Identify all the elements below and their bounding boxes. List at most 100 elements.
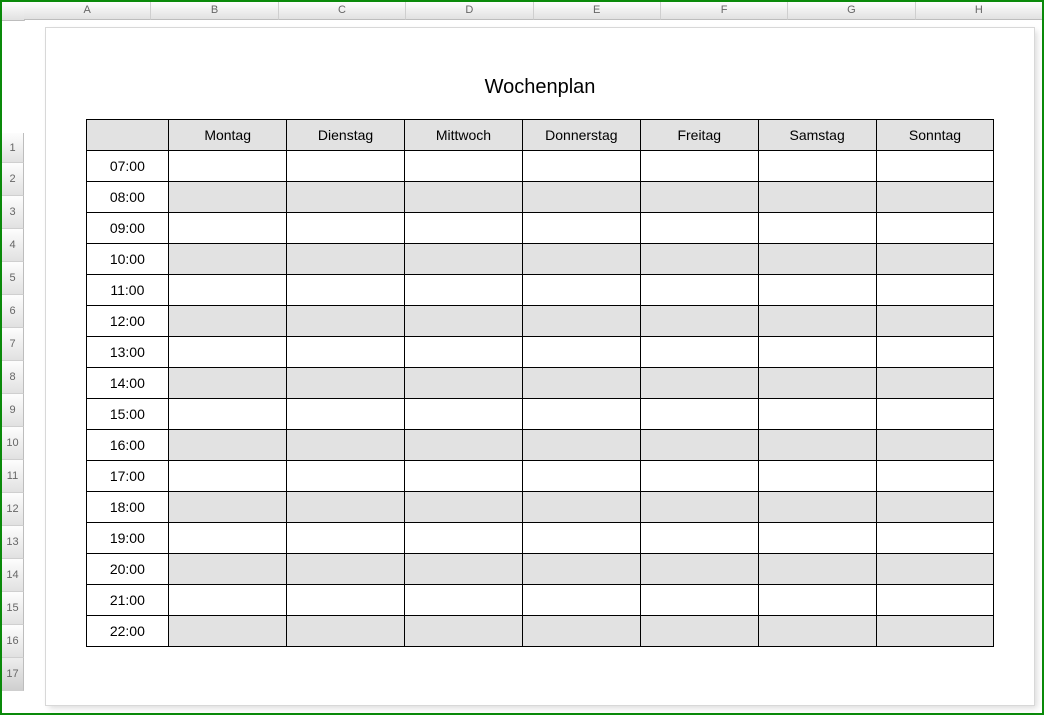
plan-cell[interactable]	[876, 337, 994, 368]
plan-cell[interactable]	[522, 461, 640, 492]
plan-cell[interactable]	[522, 616, 640, 647]
plan-cell[interactable]	[405, 554, 523, 585]
plan-cell[interactable]	[169, 213, 287, 244]
plan-cell[interactable]	[287, 213, 405, 244]
time-cell[interactable]: 16:00	[86, 430, 169, 461]
plan-cell[interactable]	[287, 151, 405, 182]
plan-cell[interactable]	[287, 616, 405, 647]
row-header[interactable]: 17	[2, 658, 24, 691]
plan-cell[interactable]	[405, 523, 523, 554]
plan-cell[interactable]	[876, 182, 994, 213]
plan-cell[interactable]	[287, 492, 405, 523]
plan-cell[interactable]	[405, 306, 523, 337]
plan-cell[interactable]	[876, 151, 994, 182]
plan-cell[interactable]	[169, 182, 287, 213]
column-header[interactable]: G	[788, 2, 915, 20]
plan-cell[interactable]	[405, 244, 523, 275]
plan-cell[interactable]	[169, 337, 287, 368]
plan-cell[interactable]	[758, 151, 876, 182]
row-header[interactable]: 2	[2, 163, 24, 196]
plan-cell[interactable]	[522, 337, 640, 368]
plan-cell[interactable]	[876, 585, 994, 616]
plan-cell[interactable]	[758, 368, 876, 399]
time-cell[interactable]: 19:00	[86, 523, 169, 554]
plan-cell[interactable]	[405, 213, 523, 244]
plan-cell[interactable]	[640, 616, 758, 647]
plan-cell[interactable]	[169, 244, 287, 275]
row-header[interactable]: 11	[2, 460, 24, 493]
column-header[interactable]: F	[661, 2, 788, 20]
plan-cell[interactable]	[405, 399, 523, 430]
plan-cell[interactable]	[758, 430, 876, 461]
plan-cell[interactable]	[287, 430, 405, 461]
row-header[interactable]: 15	[2, 592, 24, 625]
row-header[interactable]: 14	[2, 559, 24, 592]
plan-cell[interactable]	[169, 430, 287, 461]
plan-cell[interactable]	[640, 461, 758, 492]
plan-cell[interactable]	[169, 461, 287, 492]
plan-cell[interactable]	[522, 523, 640, 554]
plan-cell[interactable]	[640, 523, 758, 554]
plan-cell[interactable]	[640, 430, 758, 461]
plan-cell[interactable]	[640, 306, 758, 337]
row-header[interactable]: 10	[2, 427, 24, 460]
time-cell[interactable]: 20:00	[86, 554, 169, 585]
plan-cell[interactable]	[405, 585, 523, 616]
plan-cell[interactable]	[640, 368, 758, 399]
time-cell[interactable]: 17:00	[86, 461, 169, 492]
plan-cell[interactable]	[640, 399, 758, 430]
plan-cell[interactable]	[287, 275, 405, 306]
plan-cell[interactable]	[405, 492, 523, 523]
plan-cell[interactable]	[758, 616, 876, 647]
plan-cell[interactable]	[169, 616, 287, 647]
plan-cell[interactable]	[287, 585, 405, 616]
plan-cell[interactable]	[405, 151, 523, 182]
row-header[interactable]: 13	[2, 526, 24, 559]
column-header[interactable]: A	[24, 2, 151, 20]
row-header[interactable]: 1	[2, 133, 24, 163]
plan-cell[interactable]	[640, 275, 758, 306]
select-all-corner[interactable]	[2, 2, 25, 21]
row-header[interactable]: 6	[2, 295, 24, 328]
plan-cell[interactable]	[169, 523, 287, 554]
plan-cell[interactable]	[640, 244, 758, 275]
plan-cell[interactable]	[876, 554, 994, 585]
plan-cell[interactable]	[522, 368, 640, 399]
time-cell[interactable]: 22:00	[86, 616, 169, 647]
plan-cell[interactable]	[405, 182, 523, 213]
plan-cell[interactable]	[169, 368, 287, 399]
time-cell[interactable]: 07:00	[86, 151, 169, 182]
plan-cell[interactable]	[169, 306, 287, 337]
plan-cell[interactable]	[169, 554, 287, 585]
plan-cell[interactable]	[758, 399, 876, 430]
row-header[interactable]: 4	[2, 229, 24, 262]
plan-cell[interactable]	[876, 430, 994, 461]
plan-cell[interactable]	[522, 430, 640, 461]
plan-cell[interactable]	[522, 151, 640, 182]
plan-cell[interactable]	[287, 554, 405, 585]
time-cell[interactable]: 09:00	[86, 213, 169, 244]
time-cell[interactable]: 08:00	[86, 182, 169, 213]
column-header[interactable]: C	[279, 2, 406, 20]
plan-cell[interactable]	[522, 554, 640, 585]
time-cell[interactable]: 21:00	[86, 585, 169, 616]
plan-cell[interactable]	[876, 306, 994, 337]
plan-cell[interactable]	[522, 399, 640, 430]
time-cell[interactable]: 13:00	[86, 337, 169, 368]
plan-cell[interactable]	[405, 337, 523, 368]
plan-cell[interactable]	[758, 492, 876, 523]
plan-cell[interactable]	[758, 244, 876, 275]
plan-cell[interactable]	[876, 399, 994, 430]
time-cell[interactable]: 14:00	[86, 368, 169, 399]
plan-cell[interactable]	[287, 306, 405, 337]
column-header[interactable]: D	[406, 2, 533, 20]
row-header[interactable]: 8	[2, 361, 24, 394]
plan-cell[interactable]	[287, 182, 405, 213]
plan-cell[interactable]	[876, 492, 994, 523]
time-cell[interactable]: 12:00	[86, 306, 169, 337]
plan-cell[interactable]	[287, 244, 405, 275]
column-header[interactable]: E	[534, 2, 661, 20]
row-header[interactable]: 9	[2, 394, 24, 427]
row-header[interactable]: 3	[2, 196, 24, 229]
plan-cell[interactable]	[169, 275, 287, 306]
